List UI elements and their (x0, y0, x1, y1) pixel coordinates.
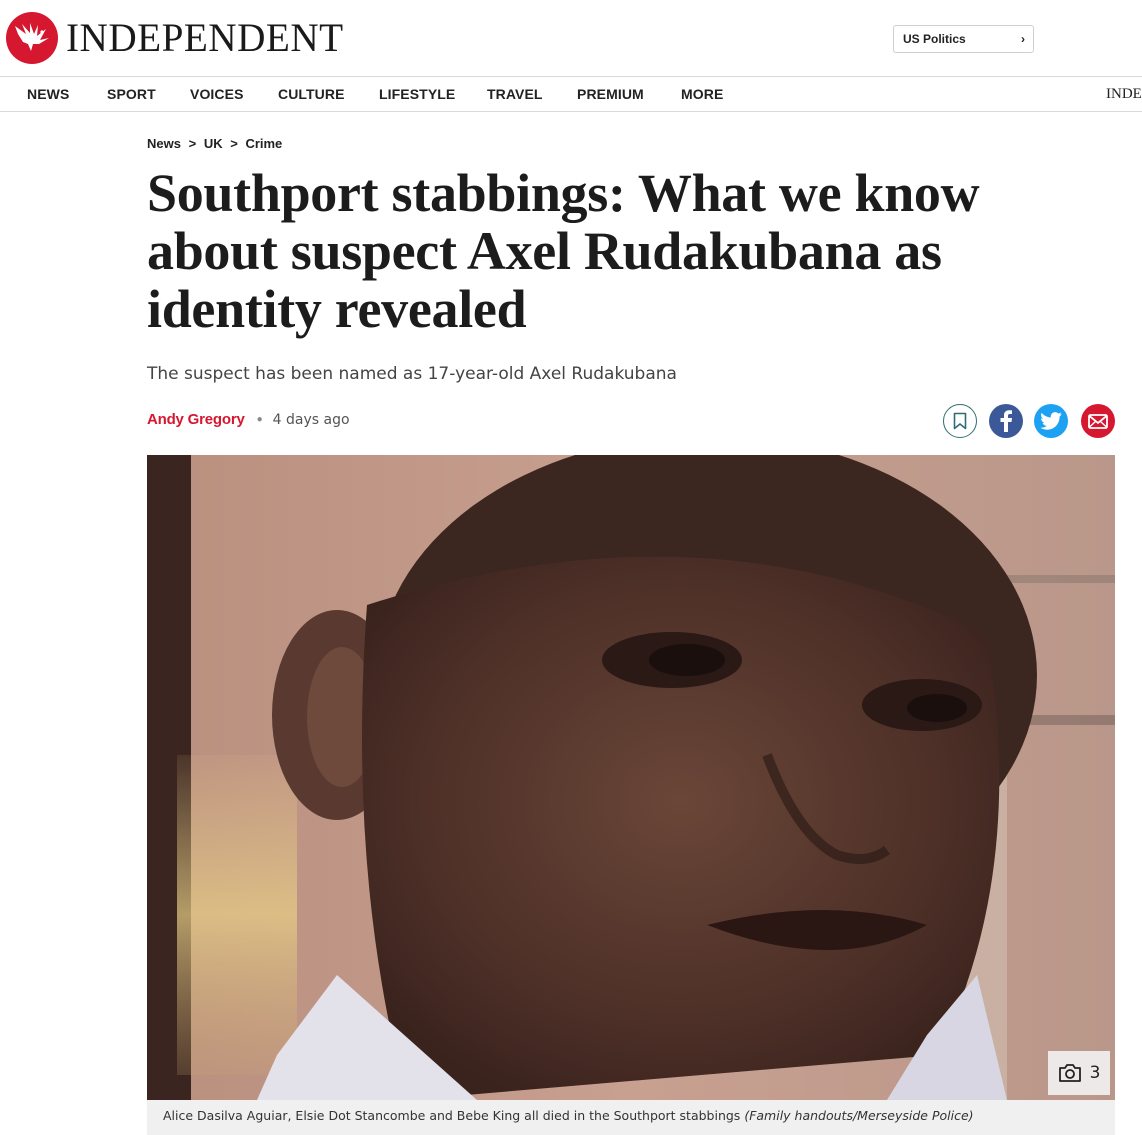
caption-credit: (Family handouts/Merseyside Police) (744, 1108, 974, 1123)
breadcrumb-news[interactable]: News (147, 136, 181, 151)
author-link[interactable]: Andy Gregory (147, 411, 245, 428)
image-caption: Alice Dasilva Aguiar, Elsie Dot Stancomb… (147, 1100, 1115, 1135)
nav-edge-logo[interactable]: INDE (1106, 86, 1142, 103)
twitter-share-button[interactable] (1034, 404, 1068, 438)
bookmark-icon (953, 412, 967, 430)
breadcrumb-uk[interactable]: UK (204, 136, 223, 151)
published-time: 4 days ago (272, 411, 350, 428)
caption-text: Alice Dasilva Aguiar, Elsie Dot Stancomb… (163, 1108, 741, 1123)
us-politics-button[interactable]: US Politics › (893, 25, 1034, 53)
nav-item-travel[interactable]: TRAVEL (487, 86, 543, 102)
nav-item-voices[interactable]: VOICES (190, 86, 244, 102)
breadcrumb-separator: > (230, 136, 238, 151)
twitter-icon (1040, 412, 1062, 430)
eagle-logo-icon[interactable] (6, 12, 58, 64)
chevron-right-icon: › (1021, 32, 1025, 46)
hero-photo (147, 455, 1115, 1100)
gallery-count: 3 (1089, 1063, 1101, 1083)
camera-icon (1058, 1064, 1081, 1082)
breadcrumb-crime[interactable]: Crime (245, 136, 282, 151)
nav-item-lifestyle[interactable]: LIFESTYLE (379, 86, 455, 102)
nav-item-sport[interactable]: SPORT (107, 86, 156, 102)
main-navigation: NEWS SPORT VOICES CULTURE LIFESTYLE TRAV… (0, 76, 1142, 112)
nav-item-culture[interactable]: CULTURE (278, 86, 345, 102)
us-politics-label: US Politics (903, 32, 966, 46)
facebook-share-button[interactable] (989, 404, 1023, 438)
email-share-button[interactable] (1081, 404, 1115, 438)
masthead: INDEPENDENT US Politics › (0, 0, 1142, 76)
breadcrumb: News > UK > Crime (147, 136, 282, 151)
gallery-button[interactable]: 3 (1048, 1051, 1110, 1095)
breadcrumb-separator: > (188, 136, 197, 151)
byline-separator-dot: ● (256, 414, 263, 425)
article-headline: Southport stabbings: What we know about … (147, 163, 980, 339)
nav-item-news[interactable]: NEWS (27, 86, 69, 102)
facebook-icon (1000, 410, 1012, 432)
brand-wordmark[interactable]: INDEPENDENT (66, 14, 344, 61)
nav-item-more[interactable]: MORE (681, 86, 723, 102)
email-icon (1088, 413, 1108, 429)
bookmark-button[interactable] (943, 404, 977, 438)
article-standfirst: The suspect has been named as 17-year-ol… (147, 364, 677, 384)
nav-item-premium[interactable]: PREMIUM (577, 86, 644, 102)
hero-image[interactable] (147, 455, 1115, 1100)
byline: Andy Gregory ● 4 days ago (147, 411, 350, 428)
